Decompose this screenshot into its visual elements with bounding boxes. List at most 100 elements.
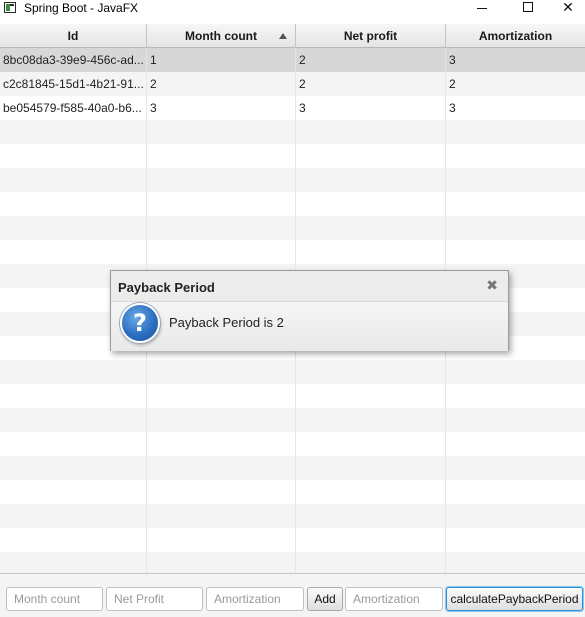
empty-table-row[interactable]	[0, 240, 585, 264]
table-cell	[446, 456, 585, 480]
empty-table-row[interactable]	[0, 480, 585, 504]
empty-table-row[interactable]	[0, 360, 585, 384]
table-cell	[296, 144, 446, 168]
table-cell	[0, 120, 147, 144]
minimize-icon	[477, 8, 487, 9]
table-cell	[296, 168, 446, 192]
empty-table-row[interactable]	[0, 432, 585, 456]
dialog-title: Payback Period	[118, 280, 215, 295]
table-row[interactable]: 8bc08da3-39e9-456c-ad... 1 2 3	[0, 48, 585, 72]
table-header: Id Month count Net profit Amortization	[0, 24, 585, 48]
table-cell	[0, 456, 147, 480]
column-header-id[interactable]: Id	[0, 24, 147, 48]
app-icon	[4, 2, 16, 13]
amortization-input[interactable]	[206, 587, 304, 611]
empty-table-row[interactable]	[0, 120, 585, 144]
dialog-close-icon[interactable]: ✖	[486, 278, 498, 292]
empty-table-row[interactable]	[0, 504, 585, 528]
dialog-message: Payback Period is 2	[169, 315, 284, 330]
table-row[interactable]: c2c81845-15d1-4b21-91... 2 2 2	[0, 72, 585, 96]
table-cell	[446, 528, 585, 552]
table-cell	[296, 120, 446, 144]
table-cell	[446, 432, 585, 456]
table-cell	[147, 144, 296, 168]
table-cell	[296, 480, 446, 504]
table-cell	[147, 456, 296, 480]
table-cell: 1	[147, 48, 296, 72]
table-cell	[147, 480, 296, 504]
window-title: Spring Boot - JavaFX	[24, 1, 139, 15]
close-window-button[interactable]: ✕	[551, 0, 585, 17]
table-cell	[0, 504, 147, 528]
empty-table-row[interactable]	[0, 528, 585, 552]
net-profit-input[interactable]	[106, 587, 203, 611]
table-cell	[147, 216, 296, 240]
table-cell: 2	[449, 77, 456, 91]
maximize-icon	[523, 2, 533, 12]
table-cell	[446, 240, 585, 264]
table-cell	[446, 504, 585, 528]
table-cell	[147, 192, 296, 216]
input-toolbar: Add calculatePaybackPeriod	[0, 574, 585, 617]
table-cell	[446, 120, 585, 144]
sort-ascending-icon	[279, 33, 287, 39]
table-cell	[0, 552, 147, 573]
column-header-net-profit[interactable]: Net profit	[296, 24, 446, 48]
table-cell	[0, 216, 147, 240]
window-titlebar: Spring Boot - JavaFX ✕	[0, 0, 585, 17]
table-cell	[0, 360, 147, 384]
table-cell	[147, 168, 296, 192]
table-row[interactable]: be054579-f585-40a0-b6... 3 3 3	[0, 96, 585, 120]
month-count-input[interactable]	[6, 587, 103, 611]
table-cell	[446, 192, 585, 216]
column-header-amortization[interactable]: Amortization	[446, 24, 585, 48]
table-cell: 2	[296, 48, 446, 72]
table-cell	[0, 168, 147, 192]
table-cell: 3	[449, 53, 456, 67]
empty-table-row[interactable]	[0, 456, 585, 480]
table-cell	[147, 504, 296, 528]
empty-table-row[interactable]	[0, 216, 585, 240]
column-header-month-count-label: Month count	[185, 29, 257, 43]
payback-period-dialog: Payback Period ✖ ? Payback Period is 2	[110, 270, 509, 351]
table-cell: 3	[449, 101, 456, 115]
empty-table-row[interactable]	[0, 552, 585, 573]
amortization-filter-input[interactable]	[345, 587, 443, 611]
table-cell	[446, 384, 585, 408]
table-cell	[296, 408, 446, 432]
minimize-button[interactable]	[459, 0, 505, 17]
table-cell: 8bc08da3-39e9-456c-ad...	[0, 48, 147, 72]
empty-table-row[interactable]	[0, 168, 585, 192]
table-cell	[446, 408, 585, 432]
add-button[interactable]: Add	[307, 587, 343, 611]
table-cell: 2	[296, 72, 446, 96]
table-cell	[296, 528, 446, 552]
empty-table-row[interactable]	[0, 192, 585, 216]
table-cell: 3	[296, 96, 446, 120]
table-cell	[296, 240, 446, 264]
dialog-body: ? Payback Period is 2	[111, 301, 508, 351]
table-cell: 2	[147, 72, 296, 96]
table-cell	[446, 216, 585, 240]
table-cell	[446, 480, 585, 504]
table-cell	[296, 384, 446, 408]
table-cell	[147, 240, 296, 264]
empty-table-row[interactable]	[0, 408, 585, 432]
table-cell	[147, 120, 296, 144]
maximize-button[interactable]	[505, 0, 551, 17]
table-cell	[296, 552, 446, 573]
table-cell	[147, 432, 296, 456]
table-cell	[0, 480, 147, 504]
column-header-month-count[interactable]: Month count	[147, 24, 296, 48]
table-cell	[0, 144, 147, 168]
table-cell	[147, 528, 296, 552]
table-cell: 3	[147, 96, 296, 120]
table-cell	[296, 216, 446, 240]
table-cell	[296, 456, 446, 480]
empty-table-row[interactable]	[0, 144, 585, 168]
question-icon: ?	[120, 303, 160, 343]
calculate-payback-period-button[interactable]: calculatePaybackPeriod	[446, 587, 583, 611]
table-cell	[296, 360, 446, 384]
table-cell: c2c81845-15d1-4b21-91...	[0, 72, 147, 96]
empty-table-row[interactable]	[0, 384, 585, 408]
